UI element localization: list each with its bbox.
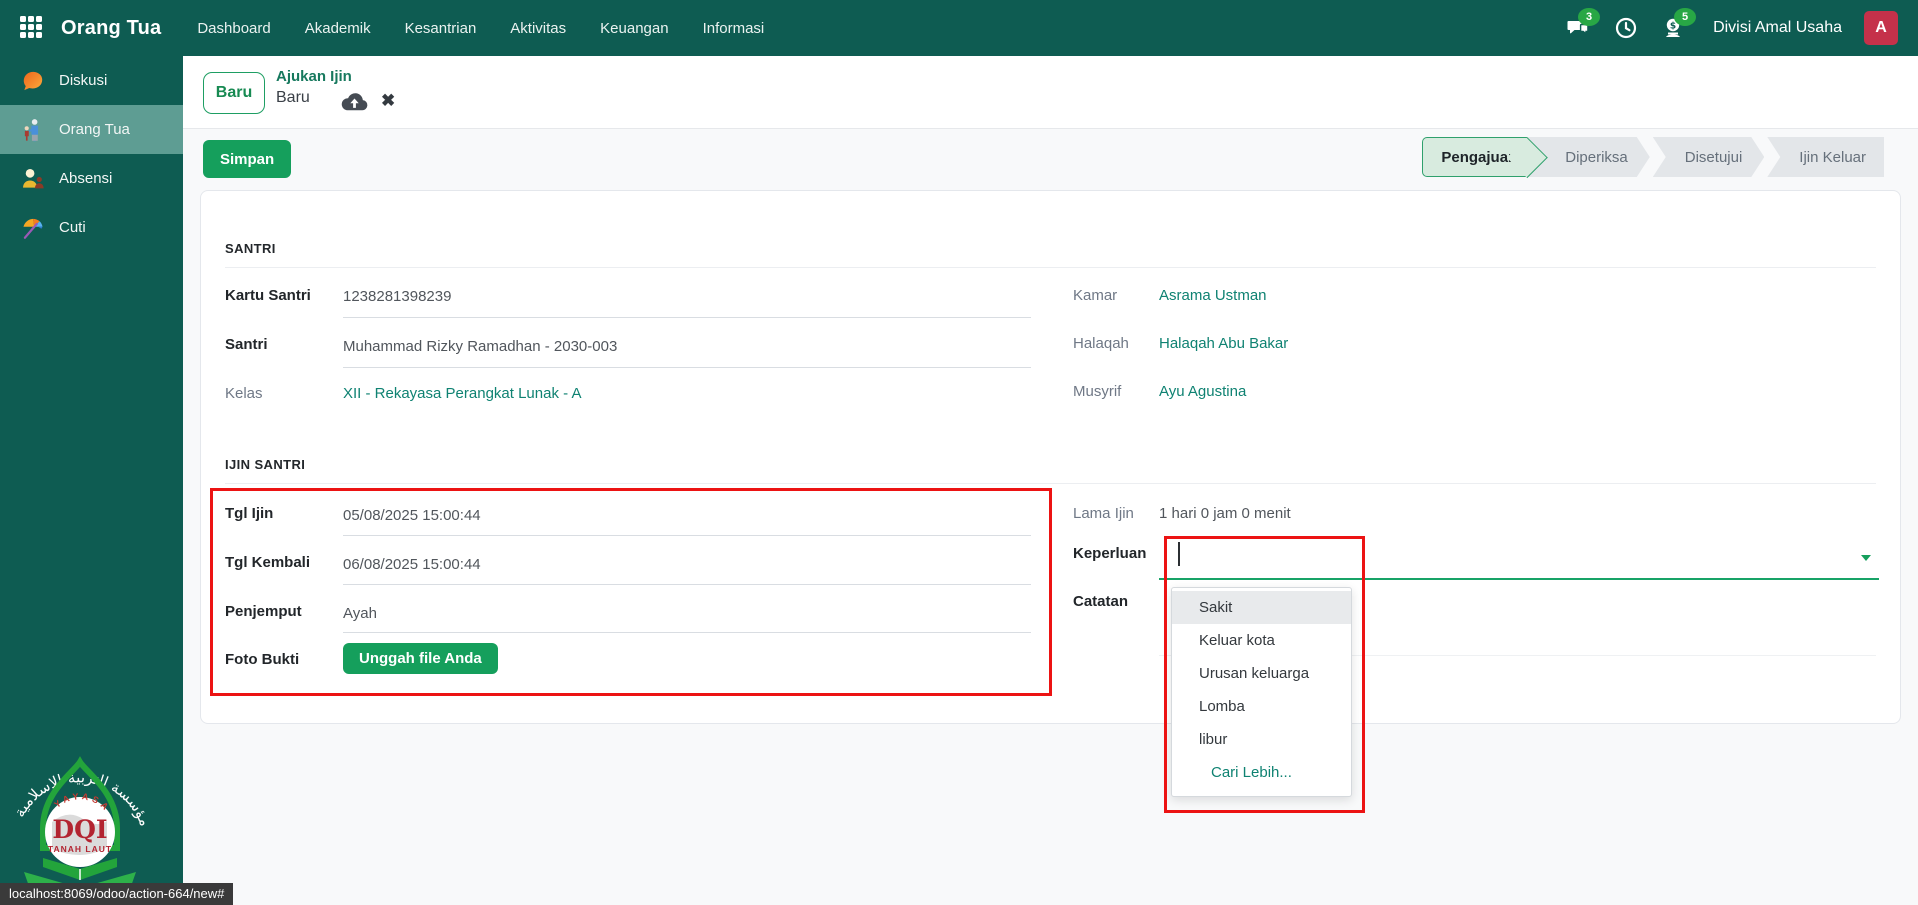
tgl-ijin-input[interactable]: 05/08/2025 15:00:44 [343,507,481,524]
tgl-kembali-input[interactable]: 06/08/2025 15:00:44 [343,556,481,573]
sidebar-item-label: Diskusi [59,72,107,89]
santri-input[interactable]: Muhammad Rizky Ramadhan - 2030-003 [343,338,617,355]
app-window: Orang Tua Dashboard Akademik Kesantrian … [0,0,1918,905]
messages-badge: 3 [1578,8,1600,26]
catatan-label: Catatan [1073,593,1128,610]
attendance-people-icon [20,166,46,192]
input-underline [343,584,1031,585]
parent-child-icon [20,117,46,143]
apps-grid-icon[interactable] [20,16,44,40]
breadcrumb-title[interactable]: Ajukan Ijin [276,68,352,85]
musyrif-label: Musyrif [1073,383,1121,400]
umbrella-icon [20,215,46,241]
sidebar-item-label: Orang Tua [59,121,130,138]
upload-file-button[interactable]: Unggah file Anda [343,643,498,674]
section-title-santri: SANTRI [225,241,276,256]
input-underline [343,632,1031,633]
app-title[interactable]: Orang Tua [61,17,161,40]
messages-icon[interactable]: 3 [1565,15,1591,41]
stage-badge[interactable]: Baru [203,72,265,114]
sidebar-item-absensi[interactable]: Absensi [0,154,183,203]
menu-item-akademik[interactable]: Akademik [305,20,371,37]
step-disetujui[interactable]: Disetujui [1653,137,1765,177]
dropdown-option-urusan-keluarga[interactable]: Urusan keluarga [1172,657,1351,690]
activities-icon[interactable]: $ 5 [1661,15,1687,41]
svg-text:$: $ [1670,21,1676,31]
section-divider [225,267,1876,268]
sidebar-item-label: Cuti [59,219,86,236]
halaqah-link[interactable]: Halaqah Abu Bakar [1159,335,1288,352]
dropdown-option-lomba[interactable]: Lomba [1172,690,1351,723]
chevron-down-icon[interactable] [1861,555,1871,561]
logo-acronym: DQI [52,815,107,844]
santri-label: Santri [225,336,268,353]
history-clock-icon[interactable] [1613,15,1639,41]
breadcrumb-bar: Baru Ajukan Ijin Baru ✖ [183,56,1918,129]
top-navbar: Orang Tua Dashboard Akademik Kesantrian … [0,0,1918,56]
sidebar-item-diskusi[interactable]: Diskusi [0,56,183,105]
musyrif-link[interactable]: Ayu Agustina [1159,383,1246,400]
kamar-label: Kamar [1073,287,1117,304]
keperluan-focus-underline [1159,578,1879,580]
menu-item-aktivitas[interactable]: Aktivitas [510,20,566,37]
discard-close-icon[interactable]: ✖ [381,91,395,111]
sidebar-item-cuti[interactable]: Cuti [0,203,183,252]
sidebar-item-orang-tua[interactable]: Orang Tua [0,105,183,154]
tgl-kembali-label: Tgl Kembali [225,554,310,571]
dropdown-option-keluar-kota[interactable]: Keluar kota [1172,624,1351,657]
menu-item-dashboard[interactable]: Dashboard [197,20,270,37]
main-menu: Dashboard Akademik Kesantrian Aktivitas … [197,20,764,37]
menu-item-keuangan[interactable]: Keuangan [600,20,668,37]
input-underline [343,367,1031,368]
dropdown-search-more[interactable]: Cari Lebih... [1172,756,1351,790]
kartu-santri-label: Kartu Santri [225,287,311,304]
save-button[interactable]: Simpan [203,140,291,178]
halaqah-label: Halaqah [1073,335,1129,352]
step-ijin-keluar[interactable]: Ijin Keluar [1767,137,1884,177]
kelas-label: Kelas [225,385,263,402]
input-underline [343,317,1031,318]
dropdown-option-libur[interactable]: libur [1172,723,1351,756]
status-url-tooltip: localhost:8069/odoo/action-664/new# [0,883,233,905]
form-card: SANTRI Kartu Santri 1238281398239 Santri… [200,190,1901,724]
text-cursor [1178,542,1180,566]
sidebar: Diskusi Orang Tua Absensi [0,56,183,905]
menu-item-kesantrian[interactable]: Kesantrian [405,20,477,37]
step-pengajuan[interactable]: Pengajuan [1422,137,1527,177]
navbar-right: 3 $ 5 Divisi Amal Usaha A [1565,11,1918,45]
input-underline [343,535,1031,536]
penjemput-label: Penjemput [225,603,302,620]
user-menu[interactable]: Divisi Amal Usaha [1713,19,1842,37]
tgl-ijin-label: Tgl Ijin [225,505,273,522]
save-cloud-icon[interactable] [341,92,368,117]
penjemput-input[interactable]: Ayah [343,605,377,622]
activities-badge: 5 [1674,8,1696,26]
section-title-ijin-santri: IJIN SANTRI [225,457,305,472]
diskusi-chat-icon [20,68,46,94]
kamar-link[interactable]: Asrama Ustman [1159,287,1267,304]
statusbar-steps: Pengajuan Diperiksa Disetujui Ijin Kelua… [1422,137,1884,177]
clock-icon [1614,16,1638,40]
avatar[interactable]: A [1864,11,1898,45]
dropdown-option-sakit[interactable]: Sakit [1172,591,1351,624]
foto-bukti-label: Foto Bukti [225,651,299,668]
breadcrumb-record-name: Baru [276,89,310,107]
lama-ijin-label: Lama Ijin [1073,505,1134,522]
menu-item-informasi[interactable]: Informasi [703,20,765,37]
sidebar-item-label: Absensi [59,170,112,187]
lama-ijin-value: 1 hari 0 jam 0 menit [1159,505,1291,522]
section-divider [225,483,1876,484]
keperluan-dropdown: Sakit Keluar kota Urusan keluarga Lomba … [1171,587,1352,797]
kartu-santri-input[interactable]: 1238281398239 [343,288,451,305]
keperluan-label: Keperluan [1073,545,1146,562]
organization-logo: مؤسسة التربية الاسلامية YAYASAN DQI TANA… [4,736,156,905]
kelas-link[interactable]: XII - Rekayasa Perangkat Lunak - A [343,385,581,402]
logo-region: TANAH LAUT [48,844,112,854]
